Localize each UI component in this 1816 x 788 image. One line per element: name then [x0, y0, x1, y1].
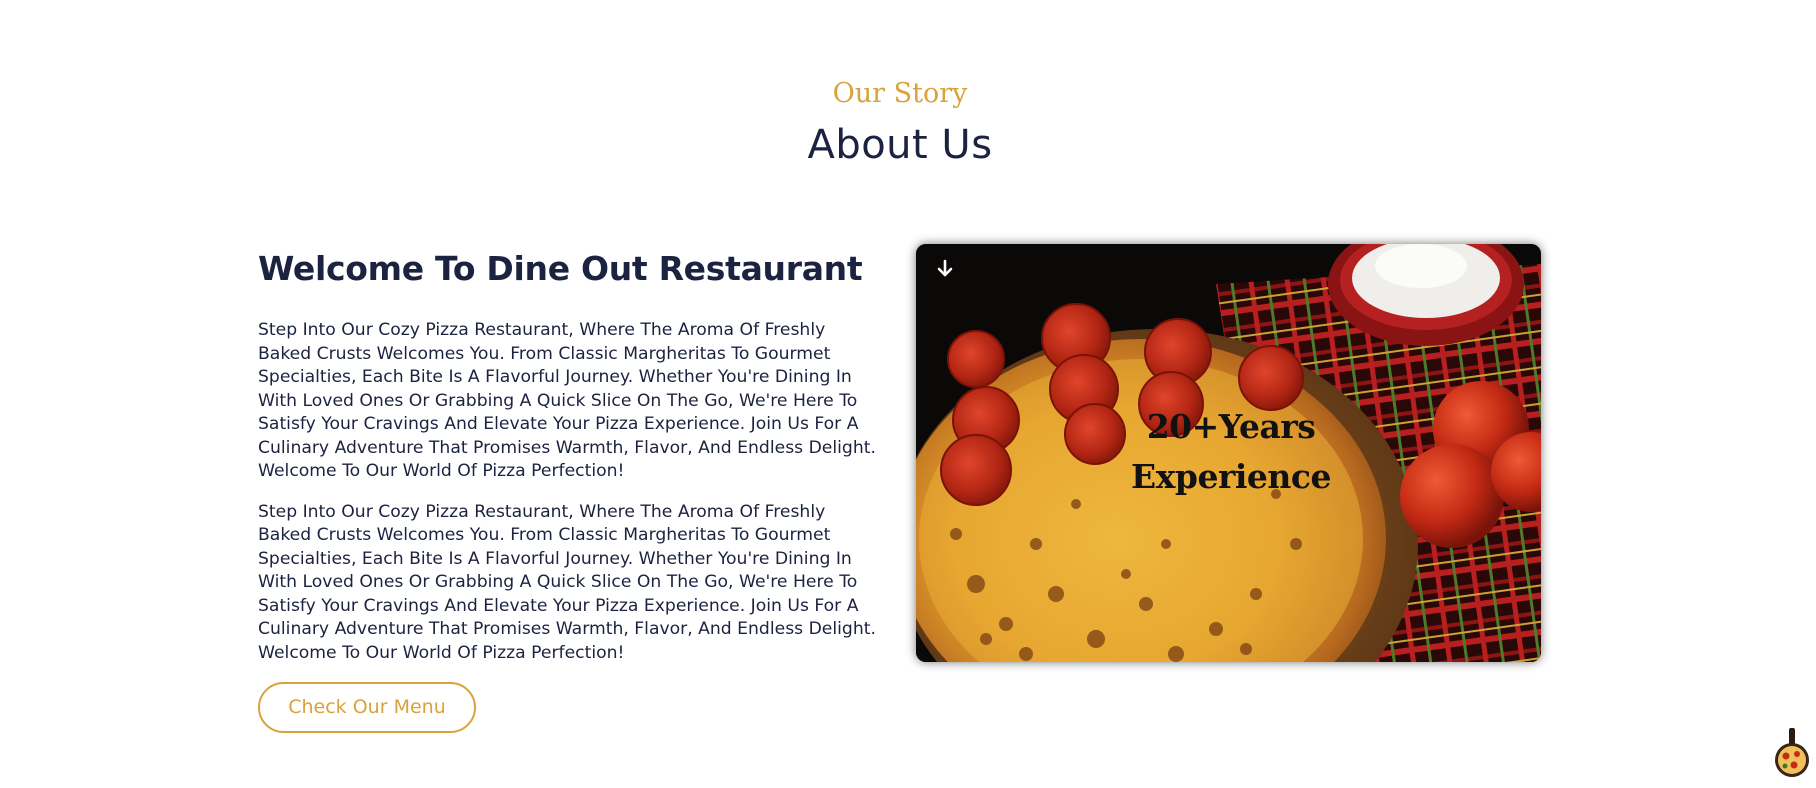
experience-years: 20+Years	[1146, 407, 1316, 446]
experience-label: Experience	[1131, 457, 1331, 496]
section-heading: About Us	[807, 122, 993, 168]
about-paragraph-2: Step Into Our Cozy Pizza Restaurant, Whe…	[258, 501, 876, 663]
pizza-image: 20+Years Experience	[916, 244, 1541, 662]
pizza-peel-icon[interactable]	[1774, 728, 1810, 780]
about-content: Welcome To Dine Out Restaurant Step Into…	[258, 246, 882, 733]
experience-badge: 20+Years Experience	[1106, 402, 1356, 502]
section-eyebrow: Our Story	[832, 78, 968, 109]
arrow-down-icon[interactable]	[934, 258, 956, 280]
check-menu-button[interactable]: Check Our Menu	[258, 682, 476, 733]
about-title: Welcome To Dine Out Restaurant	[258, 249, 863, 288]
about-paragraph-1: Step Into Our Cozy Pizza Restaurant, Whe…	[258, 320, 876, 481]
